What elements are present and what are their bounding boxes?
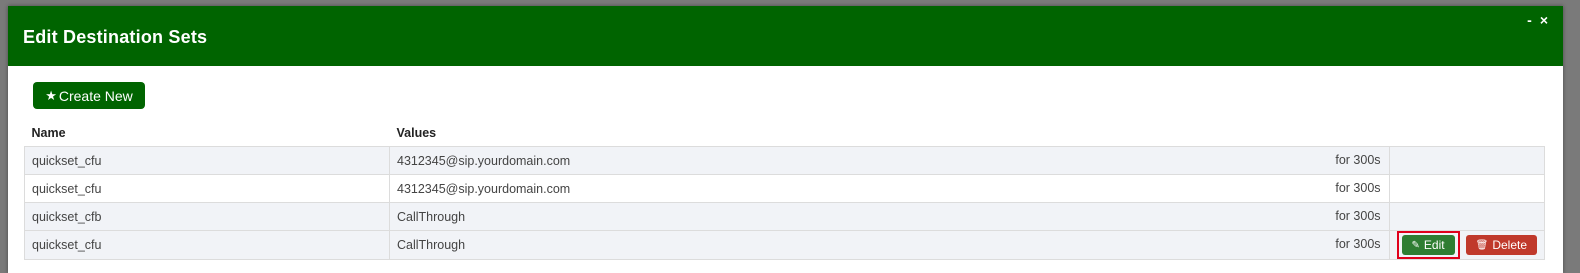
star-icon: ★ — [45, 87, 57, 103]
edit-button[interactable]: ✎ Edit — [1401, 235, 1455, 255]
column-header-name: Name — [31, 126, 66, 140]
cell-name: quickset_cfu — [24, 146, 390, 175]
column-header-actions — [1389, 120, 1544, 147]
edit-destination-sets-dialog: Edit Destination Sets - × ★ Create New N… — [8, 6, 1563, 273]
cell-values: CallThrough for 300s — [389, 202, 1390, 231]
cell-duration: for 300s — [1335, 153, 1381, 167]
cell-actions — [1388, 146, 1546, 175]
edit-highlight: ✎ Edit — [1396, 231, 1460, 259]
cell-name: quickset_cfb — [24, 202, 390, 231]
cell-name: quickset_cfu — [24, 174, 390, 203]
create-new-button[interactable]: ★ Create New — [33, 82, 145, 109]
minimize-button[interactable]: - — [1527, 12, 1532, 28]
cell-duration: for 300s — [1335, 209, 1381, 223]
table-row[interactable]: quickset_cfu 4312345@sip.yourdomain.com … — [24, 146, 1546, 175]
edit-icon: ✎ — [1411, 239, 1420, 251]
cell-name: quickset_cfu — [24, 230, 390, 260]
dialog-title: Edit Destination Sets — [23, 27, 208, 47]
cell-values: 4312345@sip.yourdomain.com for 300s — [389, 146, 1390, 175]
cell-value-text: CallThrough — [397, 209, 466, 224]
cell-value-text: 4312345@sip.yourdomain.com — [397, 153, 571, 168]
table-header-row: Name Values — [25, 120, 1545, 147]
cell-duration: for 300s — [1335, 181, 1381, 195]
cell-values: 4312345@sip.yourdomain.com for 300s — [389, 174, 1390, 203]
window-controls: - × — [1527, 12, 1548, 28]
delete-label: Delete — [1492, 238, 1527, 252]
cell-value-text: 4312345@sip.yourdomain.com — [397, 181, 571, 196]
cell-actions — [1388, 202, 1546, 231]
destination-sets-table: Name Values quickset_cfu 4312345@sip.you… — [24, 120, 1546, 260]
cell-actions: ✎ Edit 🗑 Delete — [1388, 230, 1546, 260]
delete-button[interactable]: 🗑 Delete — [1465, 235, 1537, 255]
cell-values: CallThrough for 300s — [389, 230, 1390, 260]
cell-value-text: CallThrough — [397, 238, 466, 252]
edit-label: Edit — [1423, 238, 1445, 252]
create-new-label: Create New — [58, 87, 133, 104]
table-row[interactable]: quickset_cfb CallThrough for 300s — [24, 202, 1546, 231]
column-header-values: Values — [396, 126, 437, 140]
row-actions: ✎ Edit 🗑 Delete — [1396, 231, 1537, 259]
table-row[interactable]: quickset_cfu CallThrough for 300s ✎ Edit — [24, 230, 1546, 260]
cell-actions — [1388, 174, 1546, 203]
dialog-titlebar: Edit Destination Sets - × — [8, 6, 1563, 66]
table-row[interactable]: quickset_cfu 4312345@sip.yourdomain.com … — [24, 174, 1546, 203]
cell-duration: for 300s — [1335, 237, 1381, 251]
trash-icon: 🗑 — [1475, 239, 1489, 251]
close-button[interactable]: × — [1540, 12, 1548, 28]
